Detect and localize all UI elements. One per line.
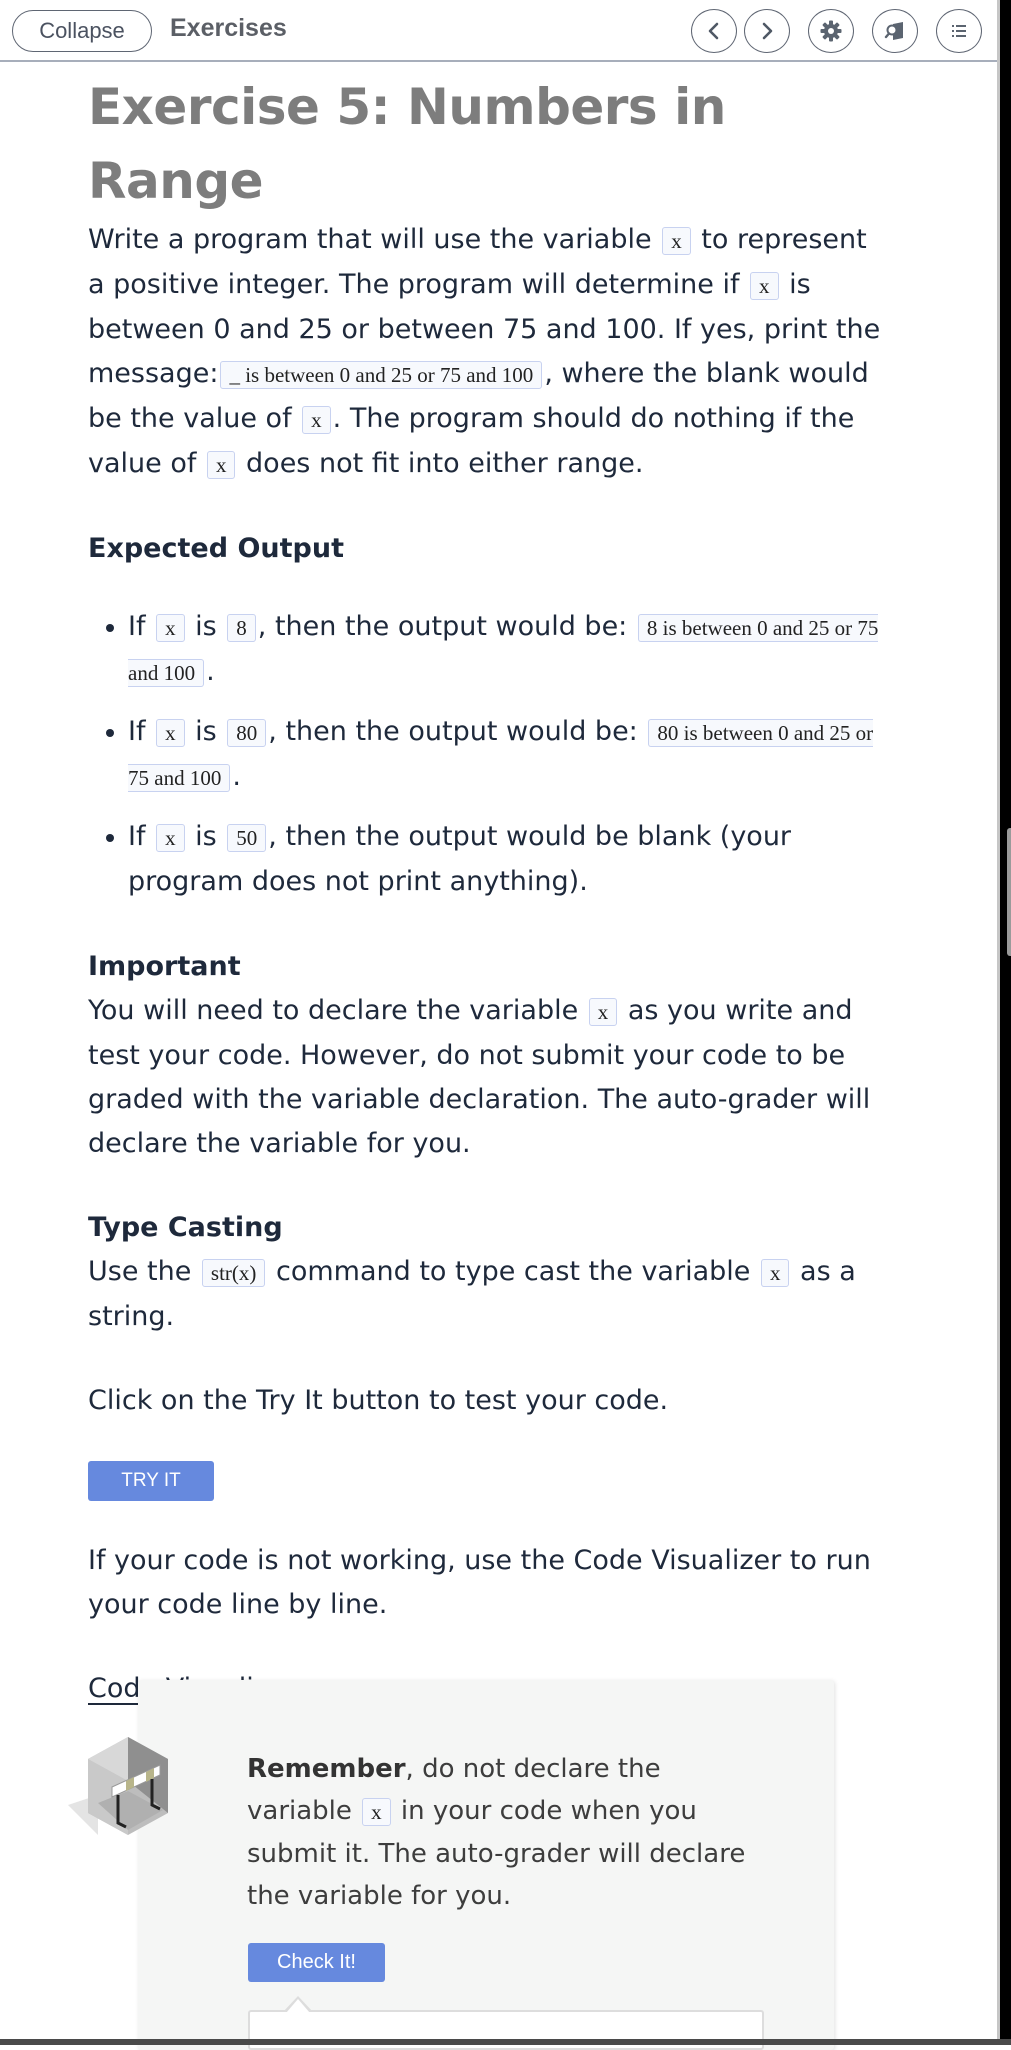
inline-code: 50 (227, 824, 267, 852)
exercise-description: Write a program that will use the variab… (88, 218, 888, 487)
book-search-icon (884, 22, 903, 40)
important-heading: Important (88, 951, 241, 982)
text: . (232, 761, 241, 792)
text: If (128, 716, 155, 747)
text: Write a program that will use the variab… (88, 224, 661, 255)
try-instruction: Click on the Try It button to test your … (88, 1385, 669, 1416)
inline-code: x (588, 998, 618, 1026)
inline-code: x (206, 451, 236, 479)
inline-code: 8 (227, 614, 256, 642)
inline-code: x (760, 1259, 790, 1287)
text: If (128, 611, 155, 642)
top-toolbar: Collapse Exercises (0, 0, 997, 62)
exercise-content: Exercise 5: Numbers in Range Write a pro… (88, 70, 888, 1711)
type-casting-text: Use the str(x) command to type cast the … (88, 1250, 888, 1339)
inline-code: x (156, 614, 185, 642)
toolbar-title: Exercises (170, 14, 287, 42)
menu-button[interactable] (936, 9, 982, 53)
list-icon (952, 25, 966, 37)
hurdle-cube-icon (68, 1737, 168, 1835)
settings-button[interactable] (808, 9, 854, 53)
expected-output-list: If x is 8, then the output would be: 8 i… (88, 605, 888, 904)
visualizer-instruction: If your code is not working, use the Cod… (88, 1545, 871, 1620)
gear-icon (820, 20, 842, 42)
check-it-button[interactable]: Check It! (248, 1943, 385, 1982)
text: does not fit into either range. (237, 448, 644, 479)
collapse-button[interactable]: Collapse (12, 10, 152, 52)
exercise-title: Exercise 5: Numbers in Range (88, 78, 726, 210)
inline-code: x (750, 272, 779, 300)
list-item: If x is 50, then the output would be bla… (128, 815, 888, 904)
scrollbar[interactable] (997, 0, 1011, 2045)
inline-code: x (156, 719, 185, 747)
text: , then the output would be: (257, 611, 636, 642)
feedback-caret-inner (286, 1999, 310, 2013)
text: You will need to declare the variable (88, 995, 587, 1026)
remember-bold: Remember (247, 1754, 406, 1784)
expected-output-heading: Expected Output (88, 533, 344, 564)
try-it-button[interactable]: TRY IT (88, 1461, 214, 1501)
bottom-edge (0, 2039, 1011, 2045)
next-button[interactable] (744, 9, 790, 53)
list-item: If x is 80, then the output would be: 80… (128, 710, 888, 800)
inline-code: 80 (227, 719, 267, 747)
text: command to type cast the variable (267, 1256, 759, 1287)
previous-button[interactable] (691, 9, 737, 53)
important-text: You will need to declare the variable x … (88, 989, 888, 1166)
inline-code: x (662, 227, 691, 255)
chevron-left-icon (708, 22, 719, 40)
inline-code: str(x) (201, 1259, 266, 1287)
book-search-button[interactable] (872, 9, 918, 53)
scrollbar-thumb[interactable] (1007, 828, 1011, 956)
text: , then the output would be: (268, 716, 647, 747)
chevron-right-icon (762, 22, 773, 40)
text: is (186, 821, 226, 852)
inline-code: x (362, 1798, 391, 1826)
text: Use the (88, 1256, 200, 1287)
remember-text: Remember, do not declare the variable x … (247, 1748, 767, 1917)
text: is (186, 611, 226, 642)
inline-code: x (156, 824, 185, 852)
text: is (186, 716, 226, 747)
inline-code: _ is between 0 and 25 or 75 and 100 (220, 361, 543, 389)
list-item: If x is 8, then the output would be: 8 i… (128, 605, 888, 695)
text: If (128, 821, 155, 852)
inline-code: x (302, 406, 331, 434)
type-casting-heading: Type Casting (88, 1212, 283, 1243)
text: . (206, 656, 215, 687)
